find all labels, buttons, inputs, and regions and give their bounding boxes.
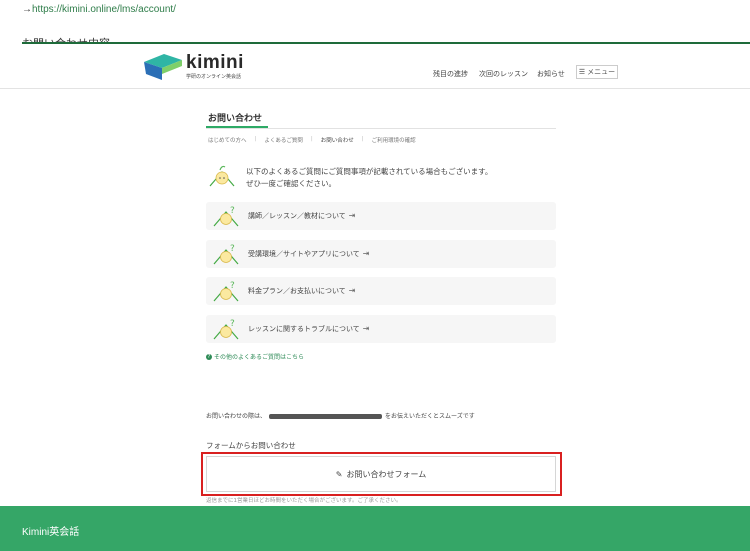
faq-label: レッスンに関するトラブルについて: [248, 325, 360, 333]
form-heading: フォームからお問い合わせ: [206, 441, 296, 450]
subnav-contact[interactable]: お問い合わせ: [321, 136, 354, 144]
faq-label: 受講環境／サイトやアプリについて: [248, 250, 360, 258]
mascot-question-icon: ?: [213, 206, 239, 227]
faq-label: 講師／レッスン／教材について: [248, 212, 346, 220]
logo-subtitle: 学研のオンライン英会話: [186, 74, 242, 80]
divider: [206, 128, 556, 129]
url-text[interactable]: https://kimini.online/lms/account/: [32, 4, 176, 15]
redacted-text: [269, 414, 383, 419]
svg-text:?: ?: [230, 319, 235, 329]
nav-progress[interactable]: 残目の進捗: [433, 69, 468, 79]
contact-form-label: お問い合わせフォーム: [346, 469, 427, 479]
contact-note-before: お問い合わせの際は、: [206, 413, 267, 420]
pencil-icon: ✎: [335, 469, 343, 479]
menu-button[interactable]: ☰ メニュー: [576, 65, 618, 79]
faq-item-environment[interactable]: ? 受講環境／サイトやアプリについて ⇥: [206, 240, 556, 268]
external-link-icon: ⇥: [348, 286, 356, 295]
contact-note: お問い合わせの際は、 をお伝えいただくとスムーズです: [206, 411, 475, 420]
external-link-icon: ⇥: [362, 324, 370, 333]
external-link-icon: ⇥: [362, 249, 370, 258]
contact-note-after: をお伝えいただくとスムーズです: [385, 413, 475, 420]
svg-text:?: ?: [230, 281, 235, 291]
nav-next-lesson[interactable]: 次回のレッスン: [479, 69, 528, 79]
menu-label: メニュー: [587, 68, 616, 76]
page-title: お問い合わせ: [208, 114, 263, 124]
sub-navigation: はじめての方へ | よくあるご質問 | お問い合わせ | ご利用環境の確認: [208, 136, 416, 144]
subnav-beginners[interactable]: はじめての方へ: [208, 136, 247, 144]
intro-text: 以下のよくあるご質問にご質問事項が記載されている場合もございます。 ぜひ一度ご確…: [246, 166, 556, 190]
subnav-environment[interactable]: ご利用環境の確認: [372, 136, 416, 144]
subnav-separator: |: [361, 136, 364, 142]
subnav-separator: |: [254, 136, 257, 142]
external-link-icon: ⇥: [348, 211, 356, 220]
logo-text[interactable]: kimini: [186, 52, 244, 74]
kimini-logo-icon[interactable]: [142, 52, 186, 82]
intro-line-1: 以下のよくあるご質問にご質問事項が記載されている場合もございます。: [246, 167, 493, 176]
footer-brand: Kimini英会話: [22, 527, 80, 538]
list-icon: ☰: [578, 68, 586, 76]
subnav-separator: |: [310, 136, 313, 142]
subnav-faq[interactable]: よくあるご質問: [264, 136, 303, 144]
site-footer: Kimini英会話: [0, 506, 750, 551]
question-circle-icon: ?: [206, 353, 212, 360]
more-faq-label: その他のよくあるご質問はこちら: [214, 354, 305, 361]
form-note: 返信までに1営業日ほどお時間をいただく場合がございます。ご了承ください。: [206, 498, 402, 504]
faq-item-teachers[interactable]: ? 講師／レッスン／教材について ⇥: [206, 202, 556, 230]
intro-line-2: ぜひ一度ご確認ください。: [246, 179, 336, 188]
mascot-question-icon: ?: [213, 281, 239, 302]
mascot-question-icon: ?: [213, 319, 239, 340]
mascot-question-icon: ?: [213, 244, 239, 265]
faq-item-pricing[interactable]: ? 料金プラン／お支払いについて ⇥: [206, 277, 556, 305]
nav-notifications[interactable]: お知らせ: [537, 69, 565, 79]
svg-text:?: ?: [230, 244, 235, 254]
faq-item-trouble[interactable]: ? レッスンに関するトラブルについて ⇥: [206, 315, 556, 343]
mascot-icon: [209, 165, 235, 187]
faq-label: 料金プラン／お支払いについて: [248, 287, 346, 295]
browser-url[interactable]: →https://kimini.online/lms/account/: [22, 4, 176, 15]
svg-text:?: ?: [230, 206, 235, 216]
more-faq-link[interactable]: ? その他のよくあるご質問はこちら: [206, 352, 304, 361]
site-header: kimini 学研のオンライン英会話 残目の進捗 次回のレッスン お知らせ ☰ …: [0, 44, 750, 89]
contact-form-button[interactable]: ✎ お問い合わせフォーム: [206, 456, 556, 492]
url-prefix: →: [22, 4, 32, 15]
